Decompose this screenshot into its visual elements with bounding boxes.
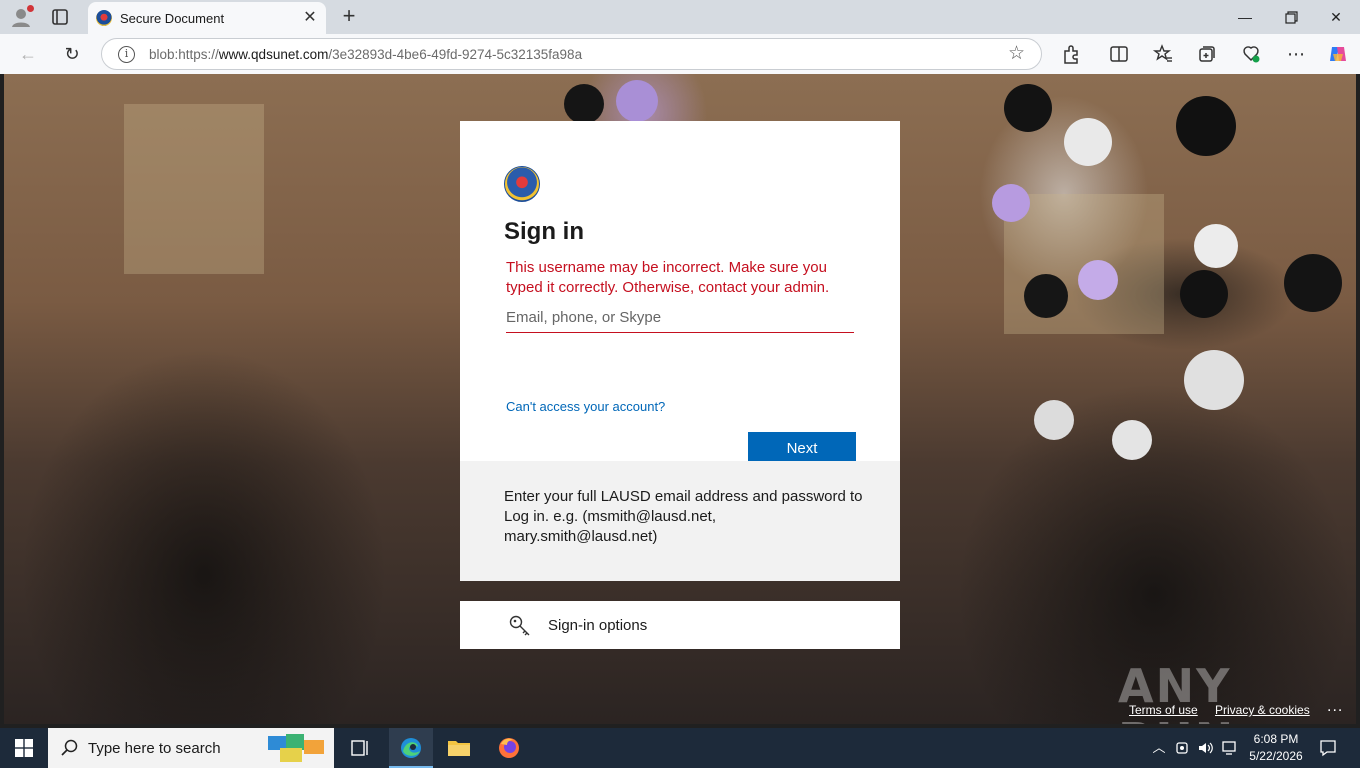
lausd-logo bbox=[504, 166, 540, 202]
sign-in-info-panel: Enter your full LAUSD email address and … bbox=[460, 461, 900, 581]
meet-now-icon[interactable] bbox=[1174, 739, 1192, 757]
balloon bbox=[1078, 260, 1118, 300]
sign-in-options-label: Sign-in options bbox=[548, 617, 648, 634]
balloon bbox=[1004, 84, 1052, 132]
sign-in-instructions: Enter your full LAUSD email address and … bbox=[504, 488, 863, 545]
balloon bbox=[1184, 350, 1244, 410]
extensions-icon[interactable] bbox=[1060, 43, 1082, 65]
balloon bbox=[1024, 274, 1068, 318]
browser-toolbar: ← ↻ i blob:https://www.qdsunet.com/3e328… bbox=[0, 34, 1360, 74]
search-placeholder: Type here to search bbox=[88, 740, 221, 757]
file-explorer-icon[interactable] bbox=[437, 728, 481, 768]
favorite-star-icon[interactable]: ☆ bbox=[1008, 44, 1028, 64]
balloon bbox=[992, 184, 1030, 222]
edge-icon bbox=[401, 738, 421, 758]
taskbar-edge-app[interactable] bbox=[389, 728, 433, 768]
tray-expand-icon[interactable]: ︿ bbox=[1150, 739, 1168, 757]
tab-actions-icon[interactable] bbox=[50, 7, 70, 27]
volume-icon[interactable] bbox=[1197, 739, 1215, 757]
back-icon[interactable]: ← bbox=[17, 43, 39, 65]
balloon bbox=[564, 84, 604, 124]
new-tab-icon[interactable]: + bbox=[338, 5, 360, 28]
page-viewport: Sign in This username may be incorrect. … bbox=[4, 74, 1356, 724]
key-icon bbox=[509, 615, 530, 636]
balloon bbox=[1176, 96, 1236, 156]
site-info-icon[interactable]: i bbox=[118, 46, 135, 63]
more-options-icon[interactable]: ... bbox=[1327, 698, 1343, 716]
system-clock[interactable]: 6:08 PM 5/22/2026 bbox=[1246, 731, 1306, 765]
page-title: Sign in bbox=[504, 218, 584, 245]
url-text[interactable]: blob:https://www.qdsunet.com/3e32893d-4b… bbox=[149, 47, 582, 62]
username-error-message: This username may be incorrect. Make sur… bbox=[506, 259, 830, 296]
balloon bbox=[1180, 270, 1228, 318]
balloon bbox=[1284, 254, 1342, 312]
sign-in-card: Sign in This username may be incorrect. … bbox=[460, 121, 900, 581]
balloon bbox=[616, 80, 658, 122]
favorites-icon[interactable] bbox=[1152, 43, 1174, 65]
next-button[interactable]: Next bbox=[748, 432, 856, 464]
clock-date: 5/22/2026 bbox=[1249, 749, 1303, 763]
balloon bbox=[1194, 224, 1238, 268]
restore-icon[interactable] bbox=[1280, 6, 1302, 28]
split-screen-icon[interactable] bbox=[1108, 43, 1130, 65]
network-icon[interactable] bbox=[1221, 739, 1239, 757]
more-menu-icon[interactable]: ⋯ bbox=[1285, 43, 1307, 65]
lausd-favicon-icon bbox=[96, 10, 112, 26]
background-wall-panel bbox=[124, 104, 264, 274]
cant-access-account-link[interactable]: Can't access your account? bbox=[506, 399, 665, 414]
url-prefix: blob:https:// bbox=[149, 47, 219, 62]
notification-center-icon[interactable] bbox=[1318, 738, 1338, 758]
tab-secure-document[interactable]: Secure Document ✕ bbox=[88, 2, 326, 34]
sign-in-options-button[interactable]: Sign-in options bbox=[460, 601, 900, 649]
browser-essentials-icon[interactable] bbox=[1240, 43, 1262, 65]
clock-time: 6:08 PM bbox=[1253, 732, 1299, 746]
refresh-icon[interactable]: ↻ bbox=[61, 43, 83, 65]
task-view-icon[interactable] bbox=[338, 728, 382, 768]
profile-notification-dot bbox=[27, 5, 34, 12]
balloon bbox=[1112, 420, 1152, 460]
taskbar-search-box[interactable]: Type here to search bbox=[48, 728, 334, 768]
browser-tab-bar: Secure Document ✕ + — ✕ bbox=[0, 0, 1360, 34]
balloon bbox=[1034, 400, 1074, 440]
tab-title: Secure Document bbox=[120, 11, 225, 26]
firefox-icon[interactable] bbox=[487, 728, 531, 768]
minimize-icon[interactable]: — bbox=[1234, 6, 1256, 28]
balloon bbox=[1064, 118, 1112, 166]
search-highlight-puzzle-icon bbox=[268, 734, 324, 762]
address-bar[interactable]: i blob:https://www.qdsunet.com/3e32893d-… bbox=[101, 38, 1042, 70]
windows-start-icon[interactable] bbox=[15, 739, 33, 757]
url-host: www.qdsunet.com bbox=[218, 47, 329, 62]
privacy-cookies-link[interactable]: Privacy & cookies bbox=[1215, 703, 1310, 717]
windows-taskbar: Type here to search ︿ 6:08 PM 5/22/2026 bbox=[0, 728, 1360, 768]
email-input[interactable] bbox=[506, 303, 854, 333]
collections-icon[interactable] bbox=[1196, 43, 1218, 65]
terms-of-use-link[interactable]: Terms of use bbox=[1129, 703, 1198, 717]
url-path: /3e32893d-4be6-49fd-9274-5c32135fa98a bbox=[328, 47, 583, 62]
close-window-icon[interactable]: ✕ bbox=[1325, 6, 1347, 28]
search-icon bbox=[61, 739, 78, 756]
copilot-icon[interactable] bbox=[1327, 43, 1349, 65]
close-tab-icon[interactable]: ✕ bbox=[302, 10, 318, 26]
